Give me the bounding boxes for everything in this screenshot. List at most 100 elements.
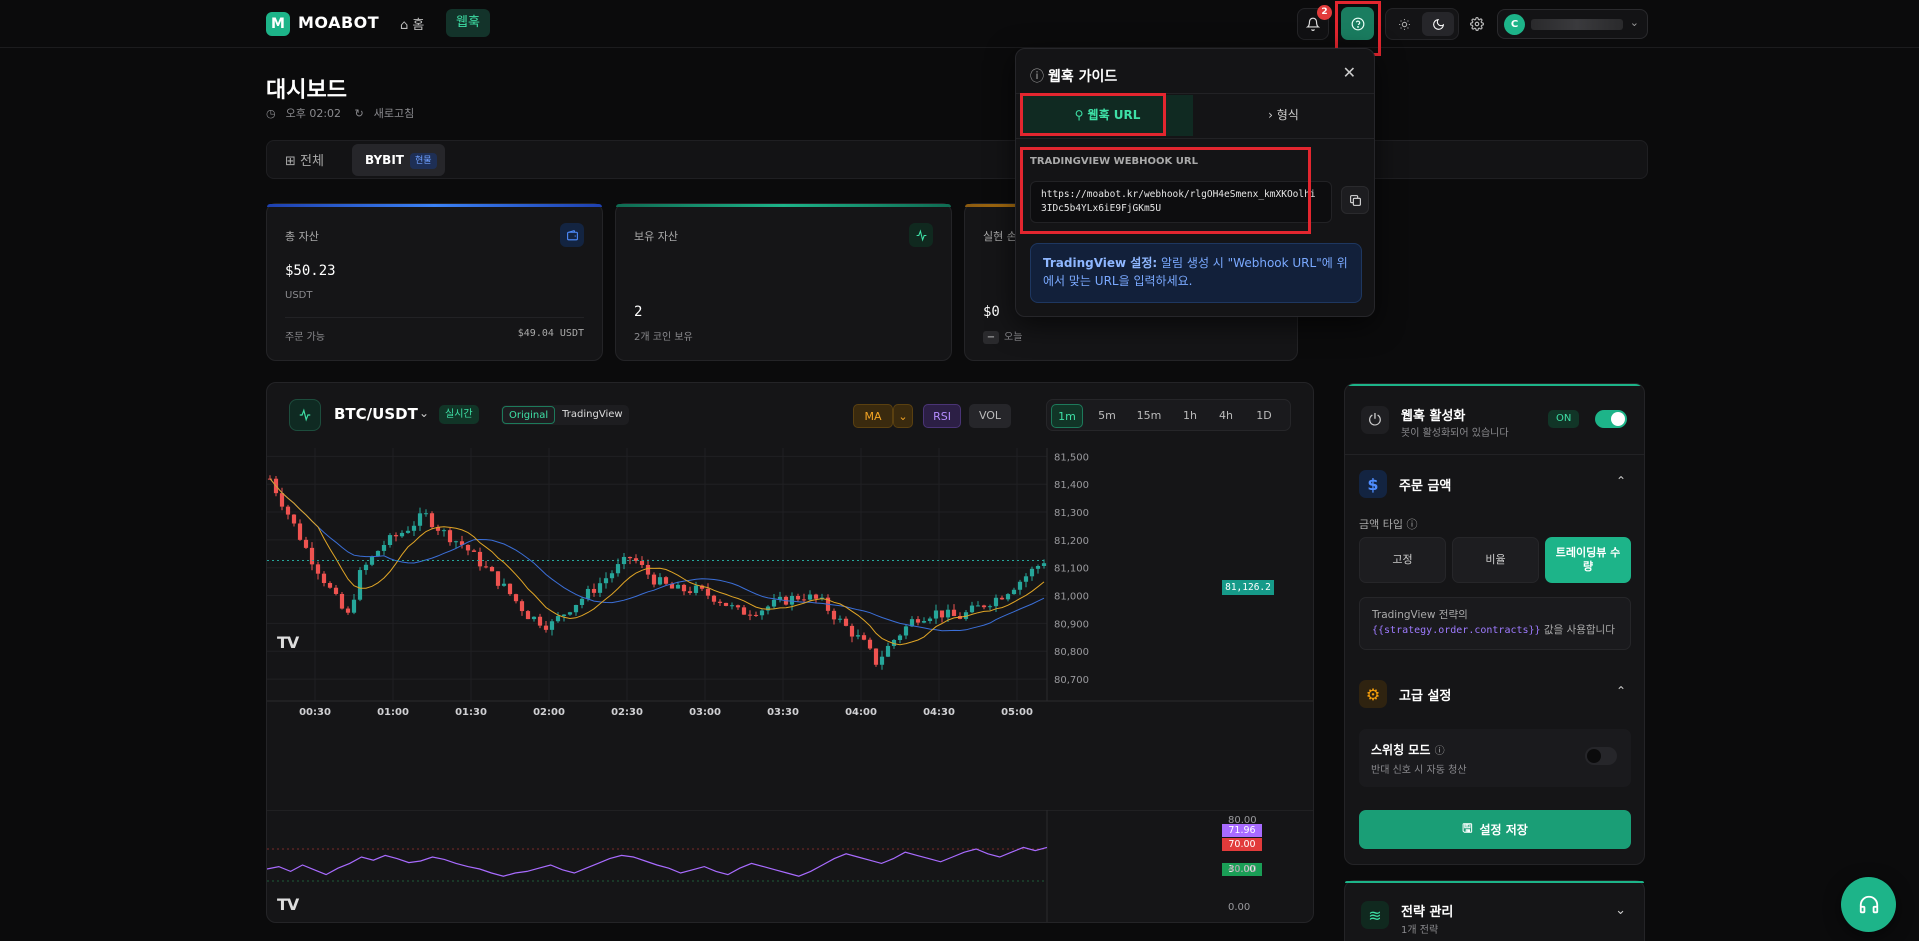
candle-body <box>807 594 813 600</box>
candle-body <box>735 605 741 608</box>
timeframe-1h[interactable]: 1h <box>1176 404 1204 428</box>
webhook-activate-sub: 봇이 활성화되어 있습니다 <box>1401 428 1509 439</box>
help-icon[interactable]: ⓘ <box>1435 746 1445 757</box>
help-icon[interactable]: ⓘ <box>1406 518 1417 531</box>
candle-body <box>579 598 585 605</box>
close-button[interactable]: ✕ <box>1343 63 1356 82</box>
candle-body <box>639 560 645 565</box>
gear-icon <box>1470 17 1484 31</box>
support-chat-button[interactable] <box>1841 877 1896 932</box>
theme-toggle[interactable] <box>1385 8 1459 40</box>
indicator-ma-button[interactable]: MA <box>853 404 893 428</box>
candle-body <box>705 588 711 596</box>
settings-button[interactable] <box>1465 12 1489 36</box>
candle-body <box>999 597 1005 600</box>
sliders-icon: ⚙ <box>1359 680 1387 708</box>
timeframe-15m[interactable]: 15m <box>1131 404 1167 428</box>
candle-body <box>609 573 615 579</box>
tab-all-label: 전체 <box>300 154 324 169</box>
tab-all-exchanges[interactable]: ⊞ 전체 <box>285 150 324 169</box>
page-meta: ◷ 오후 02:02 ↻ 새로고침 <box>266 105 424 121</box>
close-icon: ✕ <box>1342 63 1356 82</box>
logo-icon[interactable]: M <box>266 12 290 36</box>
amount-type-ratio[interactable]: 비율 <box>1452 537 1539 583</box>
tab-format[interactable]: › 형식 <box>1196 95 1371 136</box>
candle-body <box>927 618 933 622</box>
current-price-label: 81,126.2 <box>1222 580 1274 595</box>
timeframe-1m[interactable]: 1m <box>1051 404 1083 428</box>
strategy-management-panel[interactable]: ≋ 전략 관리 1개 전략 ⌄ <box>1344 880 1645 941</box>
candle-body <box>339 593 345 609</box>
nav-webhook-link[interactable]: 웹훅 <box>446 9 490 37</box>
candle-body <box>489 566 495 572</box>
chevron-down-icon[interactable]: ⌄ <box>419 406 429 420</box>
user-menu[interactable]: C ⌄ <box>1497 9 1648 39</box>
indicator-rsi-button[interactable]: RSI <box>923 404 961 428</box>
candle-body <box>765 606 771 611</box>
candle-body <box>813 594 819 599</box>
candlestick-chart[interactable]: 81,500 81,400 81,300 81,200 81,100 81,000 80,9… <box>267 448 1314 860</box>
amount-type-tradingview[interactable]: 트레이딩뷰 수량 <box>1545 537 1631 583</box>
info-code: {{strategy.order.contracts}} <box>1372 625 1541 636</box>
candle-body <box>279 493 285 507</box>
ma-slow-line <box>269 478 1045 632</box>
stat-card-total-assets: 총 자산 $50.23 USDT 주문 가능 $49.04 USDT <box>266 203 603 361</box>
candle-body <box>543 625 549 630</box>
timeframe-1d[interactable]: 1D <box>1248 404 1280 428</box>
candle-body <box>375 550 381 557</box>
candle-body <box>1005 594 1011 600</box>
page-title: 대시보드 <box>266 78 347 103</box>
indicator-vol-button[interactable]: VOL <box>969 404 1011 428</box>
candle-body <box>603 578 609 584</box>
dollar-icon: $ <box>1359 470 1387 498</box>
switching-mode-toggle[interactable] <box>1585 747 1617 765</box>
app-name[interactable]: MOABOT <box>298 13 379 32</box>
timeframe-5m[interactable]: 5m <box>1092 404 1122 428</box>
dark-mode-button[interactable] <box>1422 12 1454 36</box>
candle-body <box>897 635 903 640</box>
candle-body <box>753 614 759 616</box>
card-title: 총 자산 <box>285 230 319 243</box>
y-tick-label: 81,300 <box>1054 508 1089 519</box>
tab-bybit[interactable]: BYBIT 현물 <box>352 144 445 176</box>
switching-mode-label: 스위칭 모드 <box>1371 743 1431 757</box>
card-title: 보유 자산 <box>634 230 678 243</box>
x-tick-label: 00:30 <box>299 707 331 718</box>
save-settings-button[interactable]: 🖫 설정 저장 <box>1359 810 1631 849</box>
chevron-down-icon: ⌄ <box>1629 16 1639 29</box>
amount-type-fixed[interactable]: 고정 <box>1359 537 1446 583</box>
card-divider <box>285 317 584 318</box>
expand-chevron-down-icon[interactable]: ⌄ <box>1615 903 1626 918</box>
candle-body <box>573 604 579 613</box>
notification-count-badge: 2 <box>1317 5 1332 20</box>
collapse-chevron-up-icon[interactable]: ⌃ <box>1616 684 1626 698</box>
candle-body <box>423 513 429 515</box>
ma-options-chevron-icon[interactable]: ⌄ <box>893 404 913 428</box>
timeframe-4h[interactable]: 4h <box>1211 404 1241 428</box>
candle-body <box>1017 581 1023 590</box>
candle-body <box>759 610 765 616</box>
candle-body <box>429 513 435 528</box>
rsi-chart[interactable] <box>267 810 1314 923</box>
candle-body <box>597 583 603 593</box>
candle-body <box>1029 568 1035 577</box>
live-badge: 실시간 <box>439 405 479 424</box>
candle-body <box>285 506 291 515</box>
candle-body <box>717 601 723 603</box>
refresh-icon[interactable]: ↻ <box>355 107 364 120</box>
exchange-tabs: ⊞ 전체 BYBIT 현물 <box>266 140 1648 179</box>
webhook-activate-toggle[interactable] <box>1595 410 1627 428</box>
light-mode-button[interactable] <box>1390 12 1418 36</box>
source-tradingview-button[interactable]: TradingView <box>556 406 628 425</box>
source-original-button[interactable]: Original <box>502 406 556 424</box>
refresh-button[interactable]: 새로고침 <box>374 107 414 120</box>
copy-url-button[interactable] <box>1341 186 1369 214</box>
candle-body <box>993 597 999 607</box>
collapse-chevron-up-icon[interactable]: ⌃ <box>1616 474 1626 488</box>
card-foot-value: $49.04 USDT <box>517 328 584 339</box>
card-title: 실현 손 <box>983 230 1017 243</box>
nav-home-link[interactable]: ⌂ 홈 <box>400 14 424 33</box>
switching-mode-row: 스위칭 모드 ⓘ 반대 신호 시 자동 청산 <box>1359 729 1631 787</box>
symbol-selector[interactable]: BTC/USDT <box>334 405 418 423</box>
candle-body <box>855 635 861 637</box>
